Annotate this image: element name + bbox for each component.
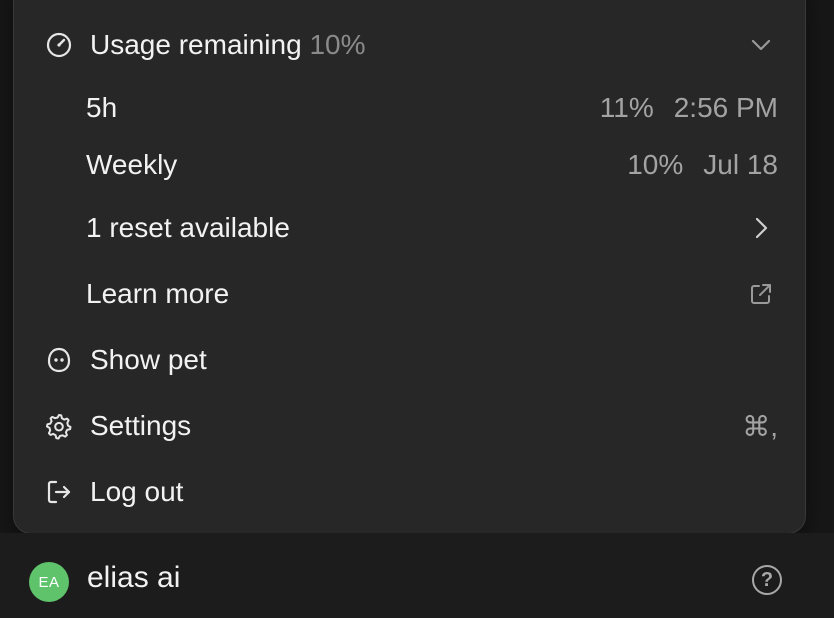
show-pet-item[interactable]: Show pet [14,334,805,386]
usage-remaining-value: 10% [309,29,366,60]
usage-remaining-label: Usage remaining 10% [90,29,366,61]
gear-icon [44,411,74,441]
settings-shortcut: ⌘, [742,410,778,442]
usage-weekly-reset-date: Jul 18 [703,149,778,180]
chevron-right-icon [747,214,775,242]
usage-5h-label: 5h [86,92,118,123]
usage-5h-percent: 11% [599,92,654,123]
reset-available-item[interactable]: 1 reset available [14,202,805,254]
logout-icon [44,477,74,507]
pet-icon [44,345,74,375]
learn-more-link[interactable]: Learn more [14,268,805,320]
reset-available-label: 1 reset available [86,212,290,243]
sidebar-footer: EA elias ai ? [0,533,834,618]
avatar[interactable]: EA [29,562,69,602]
logout-label: Log out [90,476,184,507]
settings-item[interactable]: Settings ⌘, [14,400,805,452]
show-pet-label: Show pet [90,344,207,375]
settings-label: Settings [90,410,192,441]
account-menu: Usage remaining 10% 5h 11% 2:56 PM Weekl… [13,0,806,534]
usage-remaining-toggle[interactable]: Usage remaining 10% [14,19,805,71]
usage-weekly-label: Weekly [86,149,178,180]
learn-more-label: Learn more [86,278,230,309]
external-link-icon [747,280,775,308]
usage-weekly-row: Weekly 10% Jul 18 [14,139,805,191]
chevron-down-icon [747,31,775,59]
user-name[interactable]: elias ai [87,561,180,595]
usage-weekly-values: 10% Jul 18 [627,149,778,181]
app-window: clianta-website clianta-ios clianta-brow… [0,0,834,618]
usage-5h-row: 5h 11% 2:56 PM [14,82,805,134]
usage-weekly-percent: 10% [627,149,684,180]
usage-5h-values: 11% 2:56 PM [600,92,778,124]
help-icon[interactable]: ? [752,565,782,595]
gauge-icon [44,30,74,60]
logout-item[interactable]: Log out [14,466,805,518]
usage-5h-reset-time: 2:56 PM [673,92,778,123]
usage-remaining-text: Usage remaining [90,29,302,60]
